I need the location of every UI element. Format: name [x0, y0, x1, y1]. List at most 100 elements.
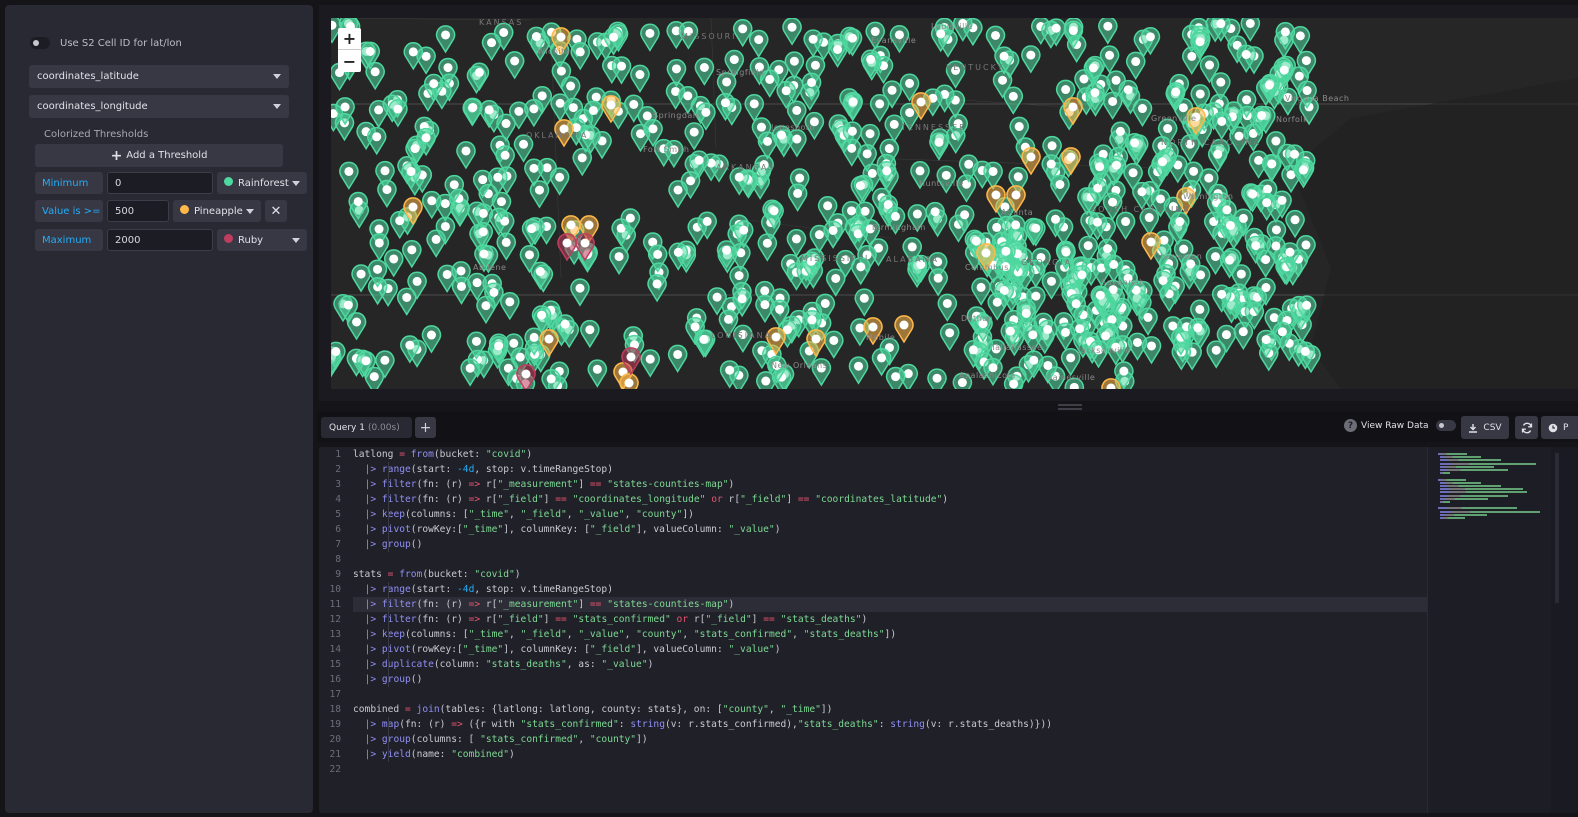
map-marker-low[interactable] [927, 368, 947, 389]
map-marker-low[interactable] [366, 126, 387, 156]
code-line[interactable]: |> group() [353, 537, 1427, 552]
map-marker-low[interactable] [1208, 144, 1228, 173]
map-marker-low[interactable] [383, 249, 404, 278]
map-marker-low[interactable] [939, 323, 960, 352]
map-marker-low[interactable] [854, 288, 875, 317]
map-marker-low[interactable] [570, 42, 590, 71]
map-marker-low[interactable] [848, 356, 869, 385]
map-marker-low[interactable] [339, 161, 359, 190]
map-marker-low[interactable] [570, 278, 590, 307]
csv-download-button[interactable]: CSV [1461, 416, 1509, 439]
map-marker-low[interactable] [929, 132, 949, 161]
map-marker-low[interactable] [402, 240, 422, 269]
code-line[interactable]: latlong = from(bucket: "covid") [353, 447, 1427, 462]
map-marker-low[interactable] [786, 229, 807, 258]
map-marker-low[interactable] [983, 161, 1003, 190]
scrollbar-thumb[interactable] [1555, 453, 1559, 603]
map-marker-low[interactable] [460, 358, 480, 387]
editor-scrollbar[interactable] [1551, 447, 1578, 813]
add-query-button[interactable]: + [415, 417, 436, 438]
map-marker-low[interactable] [611, 56, 632, 85]
map-marker-low[interactable] [1003, 86, 1024, 115]
map-marker-low[interactable] [500, 292, 520, 321]
map-marker-low[interactable] [377, 179, 397, 209]
map-marker-low[interactable] [825, 268, 846, 297]
s2-cell-toggle[interactable] [30, 37, 50, 49]
map-marker-low[interactable] [504, 51, 525, 80]
code-line[interactable] [353, 552, 1427, 567]
map-marker-low[interactable] [580, 319, 600, 349]
map-marker-low[interactable] [787, 183, 808, 212]
map-marker-low[interactable] [809, 224, 830, 254]
zoom-out-button[interactable]: − [338, 50, 361, 72]
map-marker-low[interactable] [971, 277, 991, 306]
map-marker-low[interactable] [1212, 111, 1232, 140]
code-line[interactable]: |> range(start: -4d, stop: v.timeRangeSt… [353, 582, 1427, 597]
code-line[interactable]: |> group() [353, 672, 1427, 687]
map-marker-low[interactable] [1206, 340, 1226, 369]
map-marker-low[interactable] [521, 218, 542, 248]
map-marker-low[interactable] [784, 51, 805, 80]
map-marker-low[interactable] [748, 29, 769, 59]
map-marker-low[interactable] [609, 246, 629, 276]
map-marker-low[interactable] [827, 39, 848, 68]
code-line[interactable]: |> pivot(rowKey:["_time"], columnKey: ["… [353, 522, 1427, 537]
map-marker-low[interactable] [824, 330, 844, 359]
map-marker-low[interactable] [640, 23, 660, 52]
map-marker-low[interactable] [1115, 211, 1136, 240]
code-line[interactable]: |> map(fn: (r) => ({r with "stats_confir… [353, 717, 1427, 732]
map-marker-low[interactable] [1021, 45, 1041, 74]
map-view[interactable]: + − KANSAS MISSOURI KENTUCKY OKLAHOMA AR… [331, 18, 1578, 389]
map-marker-low[interactable] [937, 293, 958, 322]
map-marker-low[interactable] [403, 42, 424, 71]
panel-resize-handle[interactable] [1058, 404, 1082, 410]
threshold-value-input[interactable]: 2000 [107, 229, 213, 251]
map-marker-low[interactable] [496, 232, 516, 261]
map-marker-low[interactable] [850, 175, 871, 205]
view-raw-data-toggle[interactable] [1435, 420, 1456, 431]
map-marker-low[interactable] [1141, 336, 1162, 365]
map-marker-low[interactable] [640, 349, 660, 378]
map-marker-low[interactable] [435, 25, 456, 54]
map-marker-low[interactable] [1098, 18, 1118, 45]
map-marker-low[interactable] [388, 99, 408, 128]
s2-cell-toggle-row[interactable]: Use S2 Cell ID for lat/lon [30, 37, 182, 49]
code-line[interactable]: stats = from(bucket: "covid") [353, 567, 1427, 582]
map-marker-low[interactable] [630, 64, 650, 93]
latitude-field-dropdown[interactable]: coordinates_latitude [29, 65, 289, 88]
map-marker-low[interactable] [331, 341, 346, 370]
map-marker-low[interactable] [782, 18, 802, 46]
zoom-in-button[interactable]: + [338, 28, 361, 50]
map-marker-low[interactable] [843, 91, 863, 121]
code-line[interactable]: |> duplicate(column: "stats_deaths", as:… [353, 657, 1427, 672]
code-area[interactable]: latlong = from(bucket: "covid") |> range… [353, 447, 1427, 813]
code-line[interactable]: |> keep(columns: ["_time", "_field", "_v… [353, 507, 1427, 522]
map-marker-low[interactable] [1240, 18, 1261, 42]
threshold-color-dropdown[interactable]: Pineapple [173, 200, 261, 222]
refresh-button[interactable] [1515, 416, 1538, 439]
editor-minimap[interactable] [1427, 447, 1551, 813]
map-marker-low[interactable] [666, 59, 687, 88]
map-marker-low[interactable] [694, 57, 715, 86]
map-marker-low[interactable] [351, 264, 371, 293]
flux-code-editor[interactable]: 1 2 3 4 5 6 7 8 9 10 11 12 13 14 15 16 17 18 19 20 21 22 latl… [319, 447, 1578, 813]
map-marker-low[interactable] [928, 268, 948, 297]
code-line[interactable]: |> filter(fn: (r) => r["_field"] == "coo… [353, 492, 1427, 507]
map-marker-low[interactable] [1233, 321, 1254, 351]
map-marker-low[interactable] [1026, 218, 1046, 247]
code-line[interactable]: |> pivot(rowKey:["_time"], columnKey: ["… [353, 642, 1427, 657]
map-marker-low[interactable] [390, 210, 410, 240]
code-line[interactable]: |> range(start: -4d, stop: v.timeRangeSt… [353, 462, 1427, 477]
map-marker-low[interactable] [667, 344, 688, 373]
threshold-value-input[interactable]: 500 [107, 200, 169, 222]
view-raw-data-toggle-row[interactable]: ? View Raw Data [1344, 419, 1456, 432]
code-line[interactable]: |> yield(name: "combined") [353, 747, 1427, 762]
map-marker-low[interactable] [467, 272, 487, 302]
map-marker-low[interactable] [1262, 154, 1282, 183]
map-marker-mid[interactable] [619, 373, 639, 389]
code-line[interactable]: combined = join(tables: {latlong: latlon… [353, 702, 1427, 717]
map-marker-low[interactable] [1138, 307, 1158, 336]
code-line[interactable]: |> filter(fn: (r) => r["_measurement"] =… [353, 477, 1427, 492]
map-marker-low[interactable] [549, 167, 570, 196]
map-marker-low[interactable] [647, 274, 667, 303]
